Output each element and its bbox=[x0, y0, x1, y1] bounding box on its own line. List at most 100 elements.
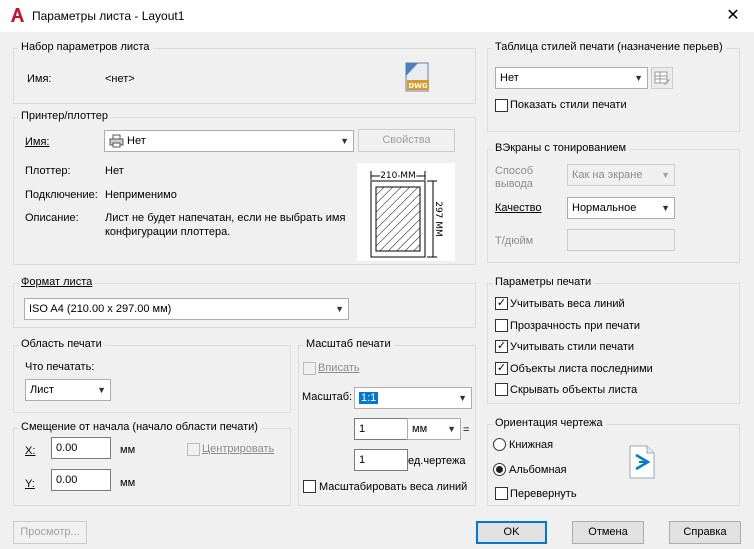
landscape-radio[interactable] bbox=[493, 463, 506, 476]
upside-down-label: Перевернуть bbox=[510, 488, 577, 500]
fit-to-paper-label-text: Вписать bbox=[318, 362, 360, 374]
properties-button[interactable]: Свойства bbox=[358, 129, 455, 152]
scale-label: Масштаб: bbox=[302, 391, 353, 403]
show-plot-styles-label: Показать стили печати bbox=[510, 99, 627, 111]
printer-name-value: Нет bbox=[127, 135, 146, 147]
plot-option-checkbox[interactable]: ✓ bbox=[495, 340, 508, 353]
preview-height-label: 297 MM bbox=[433, 201, 443, 237]
chevron-down-icon: ▼ bbox=[340, 136, 349, 146]
chevron-down-icon: ▼ bbox=[661, 203, 670, 213]
offset-x-label-text: X: bbox=[25, 445, 36, 457]
plot-area-title: Область печати bbox=[18, 338, 105, 350]
close-button[interactable]: ✕ bbox=[722, 6, 744, 26]
plot-option-checkbox[interactable] bbox=[495, 383, 508, 396]
shade-plot-select[interactable]: Как на экране ▼ bbox=[567, 164, 675, 186]
scale-value: 1:1 bbox=[359, 392, 379, 404]
plot-option-checkbox[interactable]: ✓ bbox=[495, 297, 508, 310]
paper-preview: 210 MM 297 MM bbox=[357, 163, 455, 261]
chevron-down-icon: ▼ bbox=[458, 393, 467, 403]
scale-value1-input[interactable]: 1 bbox=[354, 418, 408, 440]
shade-plot-label1: Способ bbox=[495, 165, 534, 177]
center-plot-label-text: Центрировать bbox=[202, 443, 275, 455]
scale-equals: = bbox=[463, 424, 470, 436]
shade-plot-label2: вывода bbox=[495, 178, 533, 190]
plot-option-label: Прозрачность при печати bbox=[510, 320, 641, 332]
portrait-radio[interactable] bbox=[493, 438, 506, 451]
plot-option-label: Учитывать стили печати bbox=[510, 341, 635, 353]
connection-label: Подключение: bbox=[25, 189, 98, 201]
paper-size-title: Формат листа bbox=[18, 276, 96, 288]
offset-y-unit: мм bbox=[120, 477, 136, 489]
plot-option-label: Объекты листа последними bbox=[510, 363, 653, 375]
scale-select[interactable]: 1:1 ▼ bbox=[354, 387, 472, 409]
table-edit-icon bbox=[654, 71, 670, 85]
chevron-down-icon: ▼ bbox=[335, 304, 344, 314]
plot-option-checkbox[interactable]: ✓ bbox=[495, 362, 508, 375]
plotter-label: Плоттер: bbox=[25, 165, 71, 177]
what-to-plot-label: Что печатать: bbox=[25, 361, 95, 373]
preview-button[interactable]: Просмотр... bbox=[13, 521, 87, 544]
description-line2: конфигурации плоттера. bbox=[105, 226, 231, 238]
chevron-down-icon: ▼ bbox=[661, 170, 670, 180]
paper-size-title-text: Формат листа bbox=[21, 276, 93, 288]
printer-name-label-text: Имя: bbox=[25, 136, 50, 148]
cancel-button[interactable]: Отмена bbox=[572, 521, 644, 544]
quality-label-text: Качество bbox=[495, 202, 542, 214]
plotter-value: Нет bbox=[105, 165, 124, 177]
landscape-orientation-icon bbox=[628, 445, 656, 479]
center-plot-checkbox[interactable] bbox=[187, 443, 200, 456]
shaded-viewports-title: ВЭкраны с тонированием bbox=[492, 142, 630, 154]
printer-icon bbox=[109, 134, 124, 148]
what-to-plot-select[interactable]: Лист ▼ bbox=[25, 379, 111, 401]
window-title: Параметры листа - Layout1 bbox=[32, 9, 185, 23]
dpi-input[interactable] bbox=[567, 229, 675, 251]
quality-select[interactable]: Нормальное ▼ bbox=[567, 197, 675, 219]
ok-button[interactable]: OK bbox=[476, 521, 547, 544]
plot-option-checkbox[interactable] bbox=[495, 319, 508, 332]
landscape-label: Альбомная bbox=[509, 464, 567, 476]
scale-value2-input[interactable]: 1 bbox=[354, 449, 408, 471]
offset-x-unit: мм bbox=[120, 444, 136, 456]
fit-to-paper-checkbox[interactable] bbox=[303, 362, 316, 375]
autocad-logo-icon bbox=[9, 7, 25, 23]
printer-title: Принтер/плоттер bbox=[18, 110, 112, 122]
scale-unit2-label: ед.чертежа bbox=[408, 455, 466, 467]
offset-y-label-text: Y: bbox=[25, 478, 35, 490]
preview-width-label: 210 MM bbox=[380, 171, 416, 181]
offset-y-label: Y: bbox=[25, 478, 35, 490]
offset-x-input[interactable]: 0.00 bbox=[51, 437, 111, 459]
orientation-title: Ориентация чертежа bbox=[492, 417, 606, 429]
plot-option-label: Учитывать веса линий bbox=[510, 298, 625, 310]
description-line1: Лист не будет напечатан, если не выбрать… bbox=[105, 212, 346, 224]
edit-plot-style-button[interactable] bbox=[651, 67, 673, 89]
scale-unit1-select[interactable]: мм ▼ bbox=[407, 418, 461, 440]
chevron-down-icon: ▼ bbox=[97, 385, 106, 395]
connection-value: Неприменимо bbox=[105, 189, 177, 201]
page-setup-name-value: <нет> bbox=[105, 73, 135, 85]
paper-size-select[interactable]: ISO A4 (210.00 x 297.00 мм) ▼ bbox=[24, 298, 349, 320]
quality-label: Качество bbox=[495, 202, 542, 214]
plot-style-table-group bbox=[487, 48, 740, 132]
dwg-icon-label: DWG bbox=[408, 82, 428, 90]
printer-name-select[interactable]: Нет ▼ bbox=[104, 130, 354, 152]
paper-size-value: ISO A4 (210.00 x 297.00 мм) bbox=[29, 303, 172, 315]
scale-unit1-value: мм bbox=[412, 423, 428, 435]
dwg-file-icon: DWG bbox=[404, 62, 432, 92]
portrait-label: Книжная bbox=[509, 439, 554, 451]
page-setup-name-label: Имя: bbox=[27, 73, 52, 85]
offset-y-input[interactable]: 0.00 bbox=[51, 469, 111, 491]
plot-scale-title: Масштаб печати bbox=[303, 338, 394, 350]
help-button[interactable]: Справка bbox=[669, 521, 741, 544]
chevron-down-icon: ▼ bbox=[447, 424, 456, 434]
plot-style-table-title: Таблица стилей печати (назначение перьев… bbox=[492, 41, 726, 53]
fit-to-paper-label: Вписать bbox=[318, 362, 360, 374]
shade-plot-value: Как на экране bbox=[572, 169, 643, 181]
quality-value: Нормальное bbox=[572, 202, 637, 214]
show-plot-styles-checkbox[interactable] bbox=[495, 99, 508, 112]
plot-style-table-select[interactable]: Нет ▼ bbox=[495, 67, 648, 89]
upside-down-checkbox[interactable] bbox=[495, 487, 508, 500]
offset-x-label: X: bbox=[25, 445, 35, 457]
scale-lineweights-checkbox[interactable] bbox=[303, 480, 316, 493]
what-to-plot-value: Лист bbox=[30, 384, 54, 396]
scale-lineweights-label: Масштабировать веса линий bbox=[319, 481, 468, 493]
